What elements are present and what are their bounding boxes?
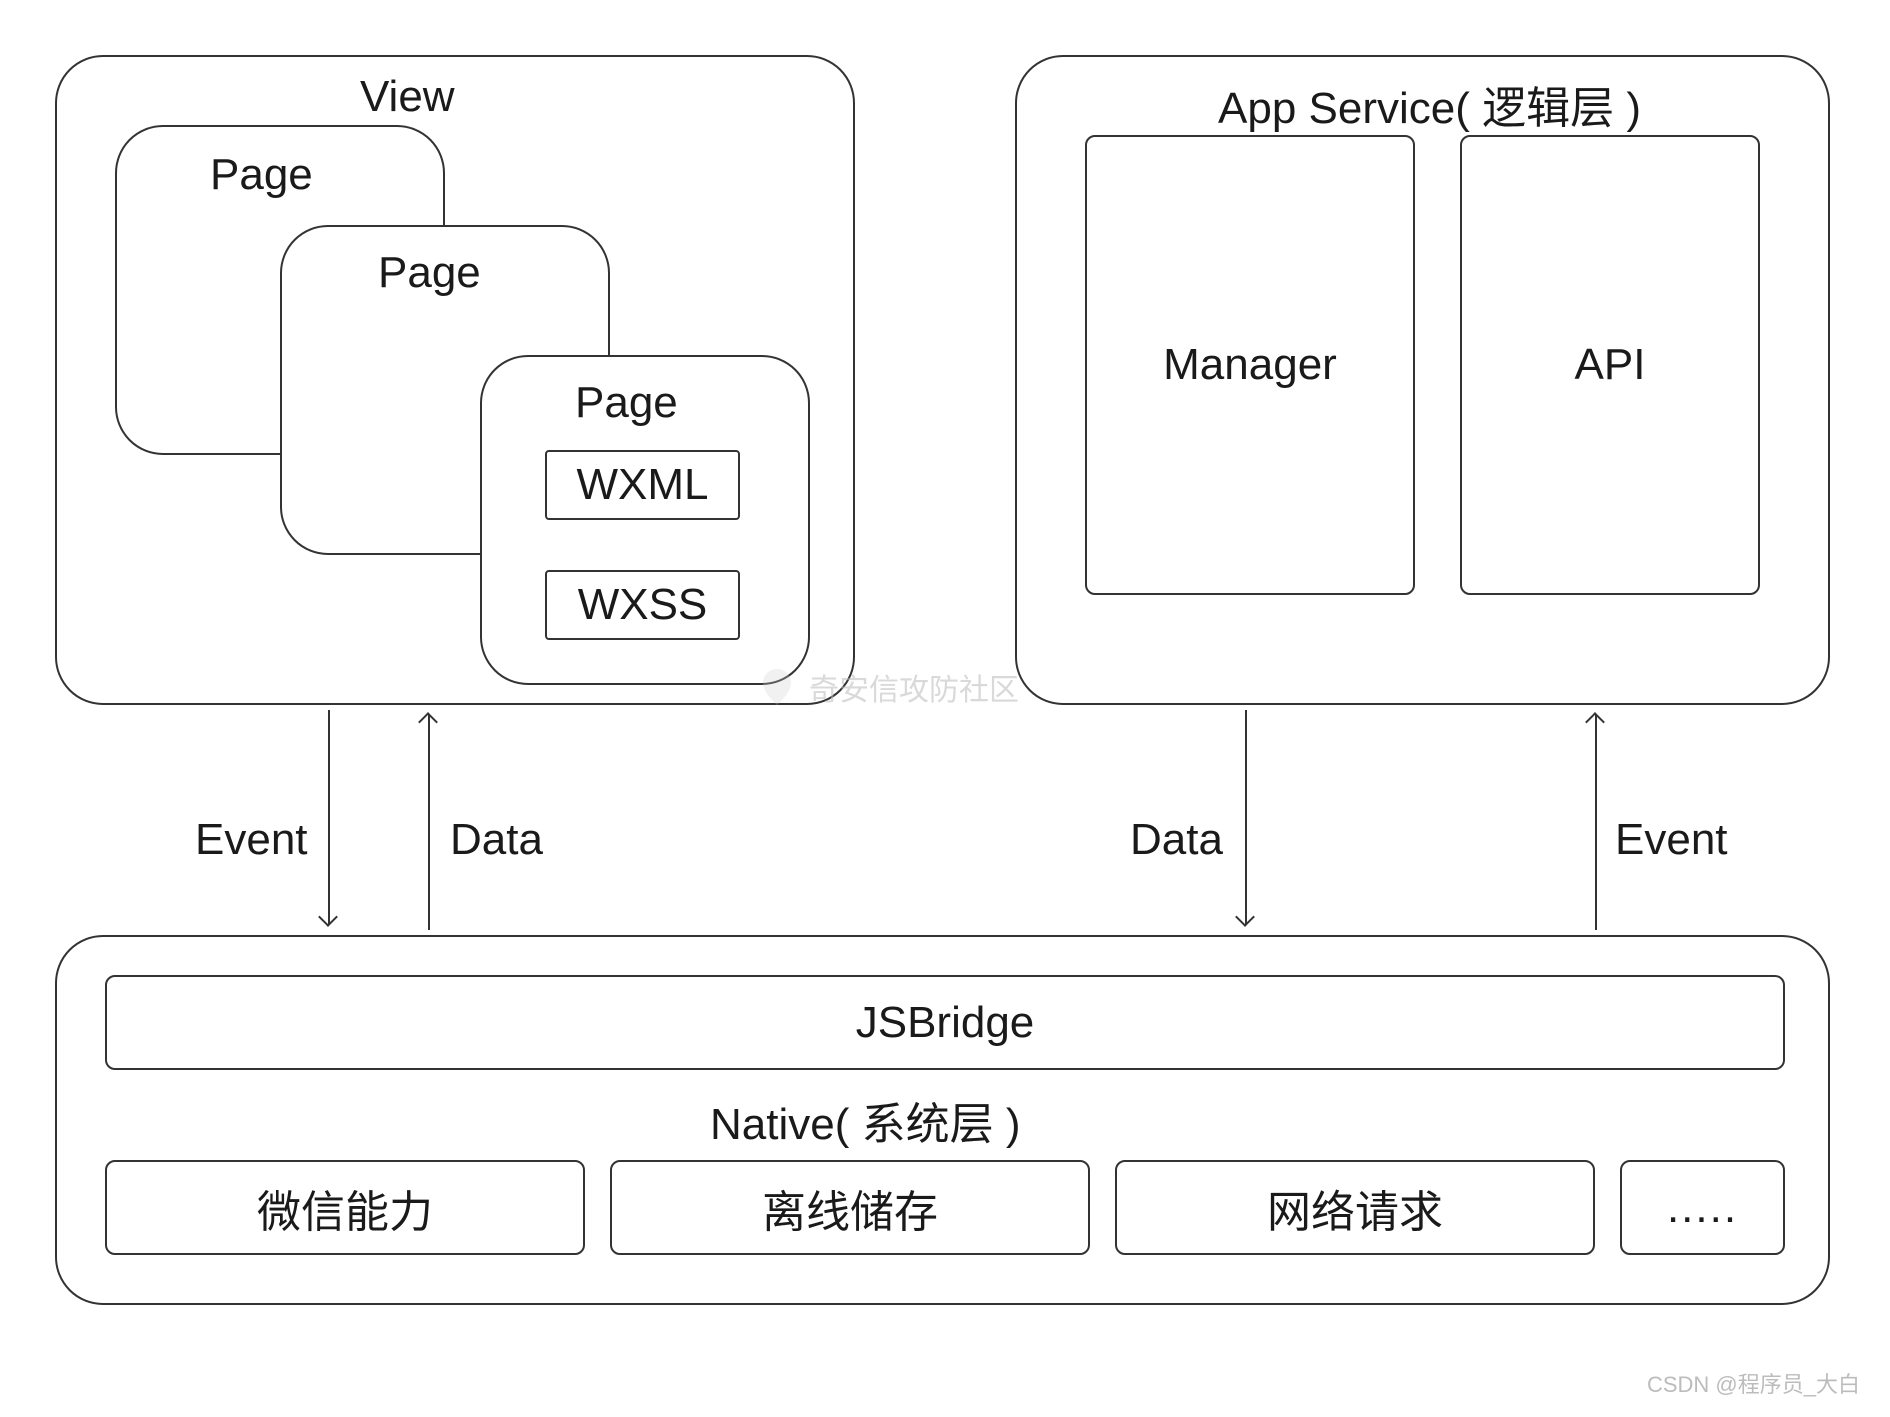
native-item-3: ..... [1620, 1160, 1785, 1255]
manager-label: Manager [1163, 340, 1337, 390]
page-label-2: Page [378, 248, 481, 298]
native-item-3-label: ..... [1667, 1183, 1738, 1233]
jsbridge-label: JSBridge [856, 998, 1035, 1048]
arrow-service-data-head [1235, 907, 1255, 927]
page-label-3: Page [575, 378, 678, 428]
wxss-box: WXSS [545, 570, 740, 640]
arrow-view-data-label: Data [450, 815, 543, 865]
arrow-service-event-label: Event [1615, 815, 1728, 865]
watermark-icon [755, 665, 799, 709]
footer-credit: CSDN @程序员_大白 [1647, 1367, 1860, 1399]
arrow-service-data-label: Data [1130, 815, 1223, 865]
jsbridge-box: JSBridge [105, 975, 1785, 1070]
arrow-view-data-head [418, 712, 438, 732]
page-label-1: Page [210, 150, 313, 200]
native-item-2: 网络请求 [1115, 1160, 1595, 1255]
native-item-2-label: 网络请求 [1267, 1176, 1443, 1240]
api-label: API [1575, 340, 1646, 390]
appservice-title: App Service( 逻辑层 ) [1218, 72, 1641, 136]
native-item-1-label: 离线储存 [762, 1176, 938, 1240]
wxml-box: WXML [545, 450, 740, 520]
view-title: View [360, 72, 455, 122]
native-item-1: 离线储存 [610, 1160, 1090, 1255]
api-box: API [1460, 135, 1760, 595]
arrow-service-data-line [1245, 710, 1247, 925]
arrow-view-event-line [328, 710, 330, 925]
arrow-view-data-line [428, 715, 430, 930]
native-title: Native( 系统层 ) [710, 1088, 1020, 1152]
arrow-view-event-head [318, 907, 338, 927]
native-item-0-label: 微信能力 [257, 1176, 433, 1240]
arrow-service-event-head [1585, 712, 1605, 732]
watermark: 奇安信攻防社区 [755, 665, 1019, 709]
native-item-0: 微信能力 [105, 1160, 585, 1255]
wxss-label: WXSS [578, 580, 708, 630]
arrow-service-event-line [1595, 715, 1597, 930]
manager-box: Manager [1085, 135, 1415, 595]
arrow-view-event-label: Event [195, 815, 308, 865]
watermark-text: 奇安信攻防社区 [809, 665, 1019, 709]
wxml-label: WXML [577, 460, 709, 510]
